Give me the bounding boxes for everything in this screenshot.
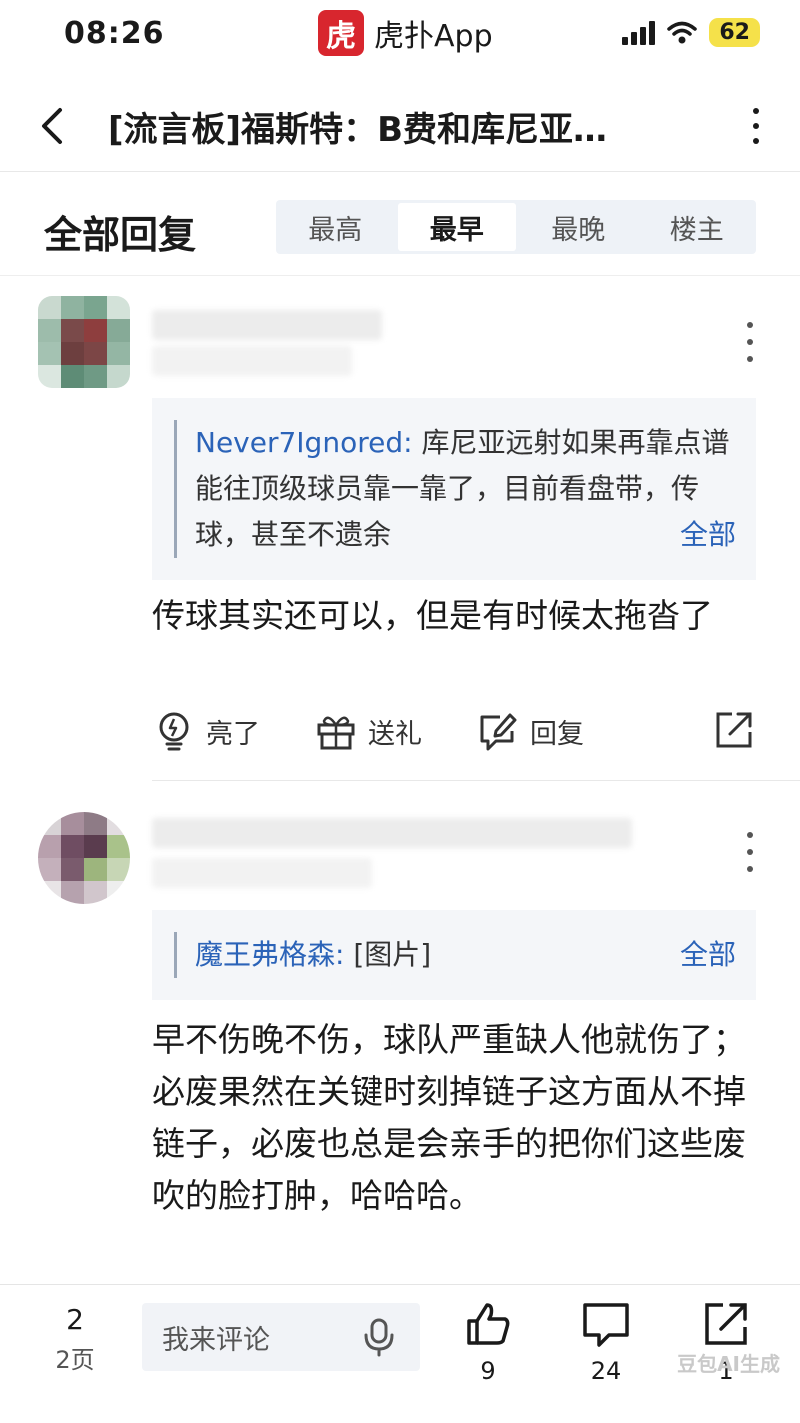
bottom-toolbar: 2 2页 我来评论 9 24 1 豆包AI生成	[0, 1284, 800, 1423]
like-button[interactable]: 9	[448, 1299, 528, 1385]
comment-divider	[152, 780, 800, 781]
comment-text: 早不伤晚不伤，球队严重缺人他就伤了；必废果然在关键时刻掉链子这方面从不掉链子，必…	[152, 1020, 746, 1215]
lightbulb-icon	[159, 712, 189, 751]
more-options-icon[interactable]	[744, 102, 768, 150]
reply-header: 全部回复 最高 最早 最晚 楼主	[0, 176, 800, 276]
avatar[interactable]	[38, 812, 130, 904]
reply-section-title: 全部回复	[44, 213, 197, 257]
status-app-indicator: 虎 虎扑App	[318, 10, 493, 56]
reply-label: 回复	[530, 718, 584, 750]
microphone-icon[interactable]	[360, 1317, 398, 1357]
status-icons: 62	[622, 18, 760, 47]
comment-more-icon[interactable]	[744, 832, 756, 872]
comment-input[interactable]: 我来评论	[142, 1303, 420, 1371]
sort-tabs: 最高 最早 最晚 楼主	[276, 200, 756, 254]
like-count: 9	[480, 1357, 496, 1385]
page-title: [流言板]福斯特：B费和库尼亚…	[108, 110, 607, 150]
comment-actions: 亮了 送礼 回复	[152, 706, 756, 756]
light-label: 亮了	[206, 718, 260, 750]
quote-expand-link[interactable]: 全部	[680, 932, 736, 978]
comments-button[interactable]: 24	[566, 1299, 646, 1385]
reply-button[interactable]: 回复	[476, 709, 584, 753]
quote-author[interactable]: Never7Ignored:	[195, 426, 413, 459]
share-icon	[705, 1303, 747, 1345]
page-selector[interactable]: 2 2页	[40, 1303, 110, 1375]
quote-author[interactable]: 魔王弗格森:	[195, 938, 344, 971]
back-arrow-icon[interactable]	[32, 98, 76, 154]
comment-input-placeholder: 我来评论	[162, 1324, 270, 1356]
status-bar: 08:26 虎 虎扑App 62	[0, 0, 800, 70]
wifi-icon	[667, 21, 698, 43]
quoted-reply[interactable]: 魔王弗格森: [图片] 全部	[152, 910, 756, 1000]
app-logo-icon: 虎	[318, 10, 364, 56]
reply-edit-icon	[480, 713, 517, 751]
comment-more-icon[interactable]	[744, 322, 756, 362]
current-page-number: 2	[66, 1303, 84, 1336]
signal-icon	[622, 20, 656, 45]
gift-button[interactable]: 送礼	[314, 709, 422, 753]
tab-sort-earliest[interactable]: 最早	[397, 203, 516, 251]
comment-text: 传球其实还可以，但是有时候太拖沓了	[152, 596, 713, 635]
total-pages-label: 2页	[55, 1346, 95, 1374]
thumbs-up-icon	[467, 1303, 510, 1345]
battery-indicator: 62	[709, 18, 760, 47]
user-meta-blurred	[152, 858, 372, 888]
tab-sort-top[interactable]: 最高	[276, 200, 395, 254]
gift-label: 送礼	[368, 718, 422, 750]
comment-bubble-icon	[583, 1303, 629, 1347]
quoted-reply[interactable]: Never7Ignored: 库尼亚远射如果再靠点谱能往顶级球员靠一靠了，目前看…	[152, 398, 756, 580]
tab-sort-latest[interactable]: 最晚	[519, 200, 638, 254]
gift-icon	[317, 716, 355, 750]
user-meta-blurred	[152, 346, 352, 376]
username-blurred	[152, 818, 632, 848]
watermark-text: 豆包AI生成	[677, 1352, 780, 1376]
quote-expand-link[interactable]: 全部	[680, 512, 736, 558]
avatar[interactable]	[38, 296, 130, 388]
quote-text: [图片]	[353, 938, 432, 971]
light-button[interactable]: 亮了	[152, 709, 260, 753]
tab-sort-op[interactable]: 楼主	[638, 200, 757, 254]
share-icon[interactable]	[712, 708, 756, 752]
status-app-name: 虎扑App	[374, 19, 493, 54]
nav-bar: [流言板]福斯特：B费和库尼亚…	[0, 80, 800, 172]
comment-count: 24	[590, 1357, 622, 1385]
status-time: 08:26	[64, 16, 165, 51]
username-blurred	[152, 310, 382, 340]
